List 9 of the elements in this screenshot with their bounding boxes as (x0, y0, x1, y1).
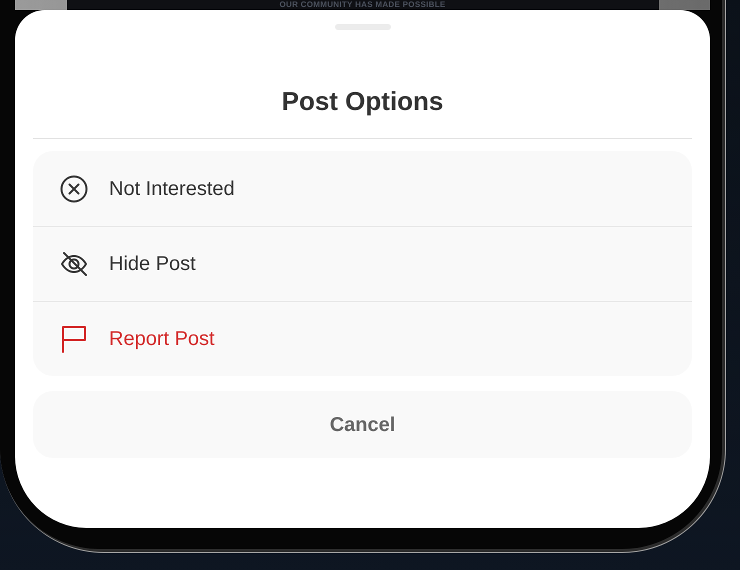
background-caption: OUR COMMUNITY HAS MADE POSSIBLE (279, 0, 446, 10)
x-circle-icon (59, 174, 89, 204)
option-item[interactable]: Report Post (33, 301, 692, 376)
eye-slash-icon (59, 249, 89, 279)
flag-icon (59, 324, 89, 354)
sheet-title: Post Options (280, 86, 444, 116)
cancel-button[interactable]: Cancel (33, 391, 692, 458)
option-item[interactable]: Hide Post (33, 226, 692, 301)
option-item[interactable]: Not Interested (33, 151, 692, 226)
